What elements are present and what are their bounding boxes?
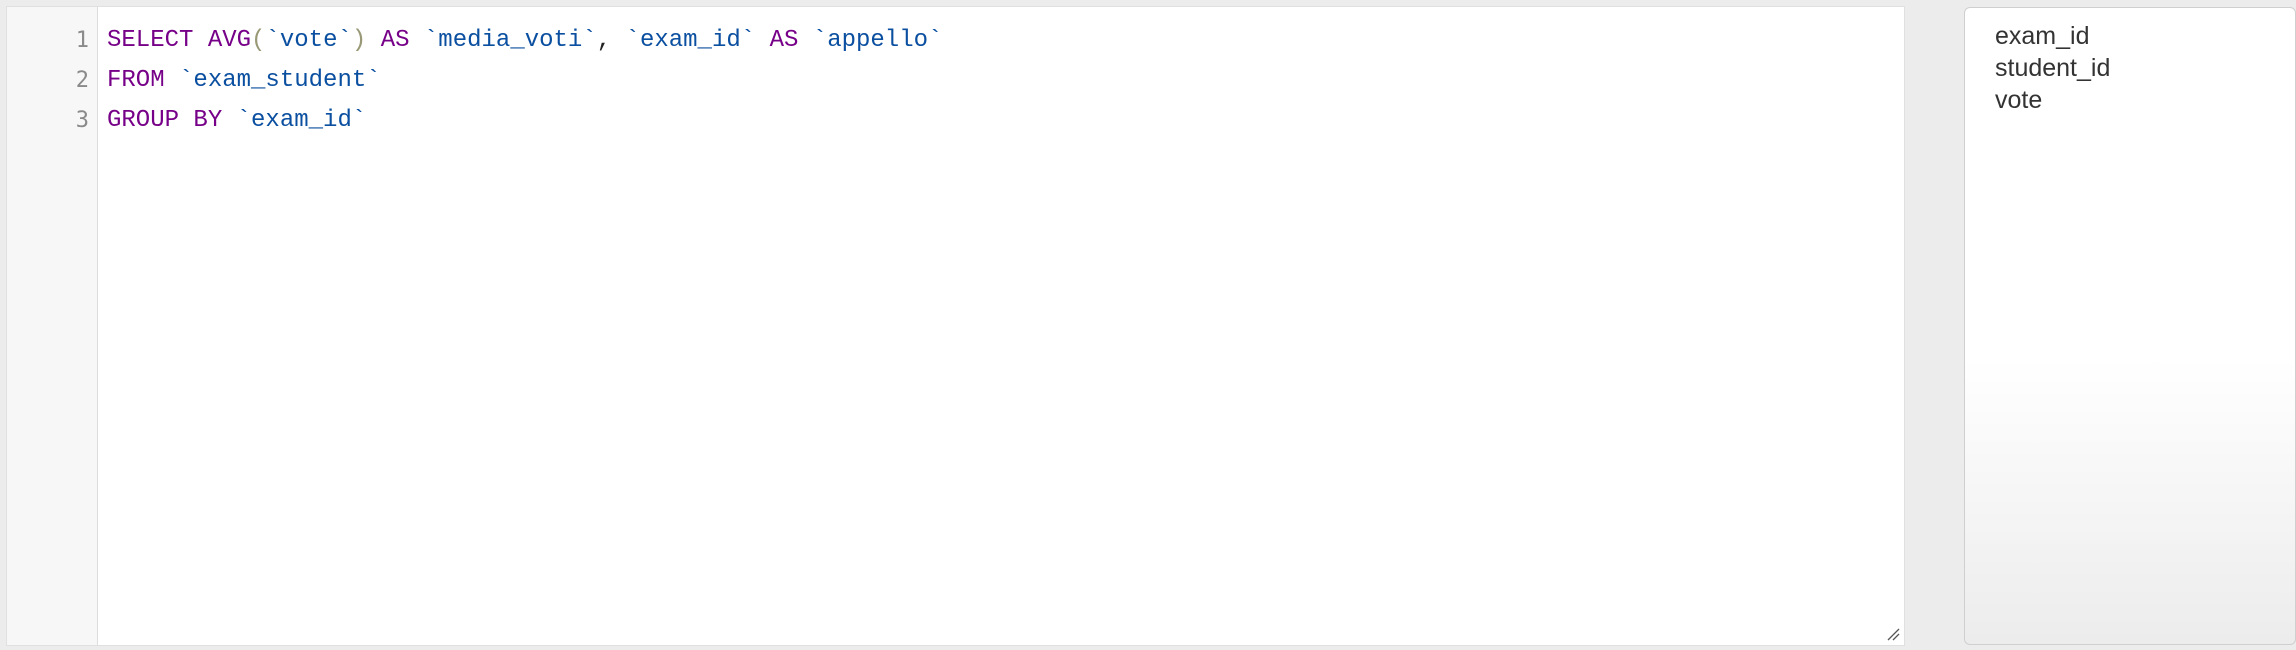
column-item-exam-id[interactable]: exam_id — [1965, 20, 2295, 52]
sql-paren: ) — [351, 27, 367, 54]
sql-identifier: `appello` — [812, 27, 943, 54]
line-number-gutter: 1 2 3 — [7, 7, 98, 645]
line-number: 1 — [75, 28, 89, 53]
line-number: 2 — [75, 68, 89, 93]
sql-identifier: `exam_id` — [625, 27, 756, 54]
code-line[interactable]: GROUP BY `exam_id` — [107, 101, 1904, 141]
column-item-student-id[interactable]: student_id — [1965, 52, 2295, 84]
resize-handle-icon[interactable] — [1886, 627, 1900, 641]
code-area[interactable]: SELECT AVG(`vote`) AS `media_voti`, `exa… — [107, 21, 1904, 141]
sql-editor[interactable]: 1 2 3 SELECT AVG(`vote`) AS `media_voti`… — [6, 6, 1905, 646]
sql-keyword: AVG — [207, 27, 252, 54]
sql-keyword: SELECT — [107, 27, 194, 54]
sql-text: , — [596, 27, 626, 54]
sql-identifier: `media_voti` — [423, 27, 597, 54]
code-line[interactable]: SELECT AVG(`vote`) AS `media_voti`, `exa… — [107, 21, 1904, 61]
sql-keyword: AS — [769, 27, 799, 54]
column-item-vote[interactable]: vote — [1965, 84, 2295, 116]
sql-paren: ( — [251, 27, 266, 54]
line-number: 3 — [75, 108, 89, 133]
sql-keyword: FROM — [107, 67, 165, 94]
code-line[interactable]: FROM `exam_student` — [107, 61, 1904, 101]
sql-query-page: 1 2 3 SELECT AVG(`vote`) AS `media_voti`… — [0, 0, 2296, 650]
sql-keyword: AS — [380, 27, 410, 54]
sql-identifier: `vote` — [265, 27, 352, 54]
sql-identifier: `exam_id` — [236, 107, 367, 134]
column-list-panel[interactable]: exam_id student_id vote — [1964, 7, 2296, 645]
sql-keyword: GROUP BY — [107, 107, 223, 134]
sql-identifier: `exam_student` — [179, 67, 381, 94]
